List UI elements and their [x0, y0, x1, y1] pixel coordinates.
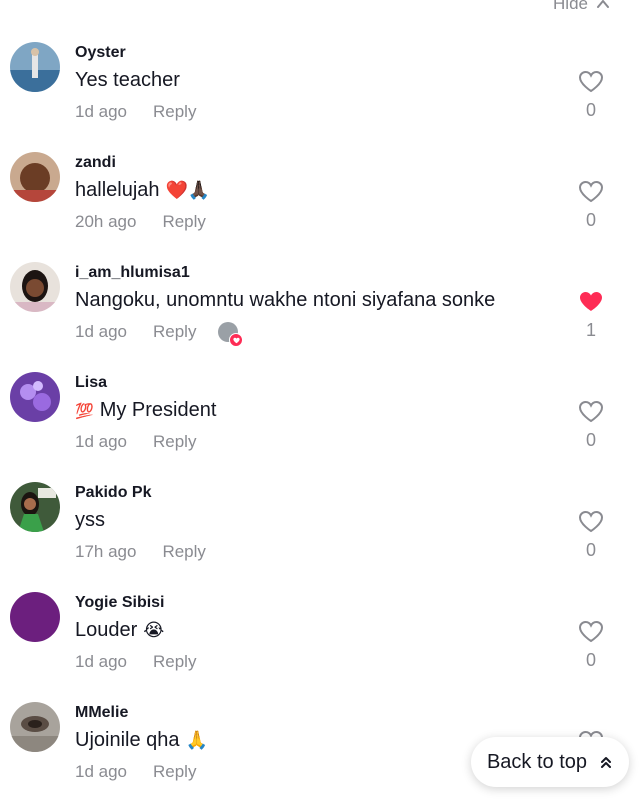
heart-outline-icon — [578, 400, 604, 423]
reply-button[interactable]: Reply — [162, 212, 205, 232]
like-count: 1 — [585, 320, 596, 340]
avatar[interactable] — [10, 372, 60, 422]
avatar[interactable] — [10, 482, 60, 532]
heart-outline-icon — [578, 620, 604, 643]
comment-username[interactable]: Yogie Sibisi — [75, 594, 165, 612]
reply-button[interactable]: Reply — [162, 542, 205, 562]
reply-button[interactable]: Reply — [153, 432, 196, 452]
like-button[interactable]: 1 — [576, 290, 606, 341]
comment-text: hallelujah ❤️🙏🏿 — [75, 179, 211, 201]
comment-item: Yogie Sibisi Louder 😭 1d ago Reply 0 — [0, 592, 640, 702]
avatar[interactable] — [10, 702, 60, 752]
hide-label: Hide — [553, 0, 588, 13]
comment-username[interactable]: zandi — [75, 154, 116, 172]
comment-item: zandi hallelujah ❤️🙏🏿 20h ago Reply 0 — [0, 152, 640, 262]
crying-face-emoji: 😭 — [143, 620, 165, 641]
comment-time: 1d ago — [75, 322, 127, 341]
comment-emoji: ❤️🙏🏿 — [165, 180, 211, 201]
reply-button[interactable]: Reply — [153, 102, 196, 122]
avatar[interactable] — [10, 262, 60, 312]
comment-username[interactable]: i_am_hlumisa1 — [75, 264, 190, 282]
hundred-points-emoji: 💯 — [75, 401, 94, 420]
comment-text: 💯 My President — [75, 399, 217, 421]
comment-text: Yes teacher — [75, 69, 180, 91]
praying-hands-emoji: 🙏 — [185, 730, 208, 751]
reply-button[interactable]: Reply — [153, 762, 196, 782]
comment-text: Ujoinile qha 🙏 — [75, 729, 208, 751]
avatar[interactable] — [10, 152, 60, 202]
hide-replies-button[interactable]: Hide — [553, 0, 610, 14]
comment-time: 1d ago — [75, 762, 127, 781]
reply-button[interactable]: Reply — [153, 652, 196, 672]
heart-filled-icon — [580, 292, 602, 311]
comment-meta: 1d ago Reply — [75, 322, 244, 347]
avatar[interactable] — [10, 42, 60, 92]
comment-username[interactable]: Lisa — [75, 374, 107, 392]
comment-username[interactable]: MMelie — [75, 704, 128, 722]
comment-time: 1d ago — [75, 652, 127, 671]
back-to-top-button[interactable]: Back to top — [471, 737, 629, 787]
like-button[interactable]: 0 — [576, 510, 606, 561]
comment-text: yss — [75, 509, 105, 531]
comment-text: Nangoku, unomntu wakhe ntoni siyafana so… — [75, 289, 496, 311]
like-button[interactable]: 0 — [576, 620, 606, 671]
comment-item: Lisa 💯 My President 1d ago Reply 0 — [0, 372, 640, 482]
like-count: 0 — [585, 650, 596, 670]
comment-time: 1d ago — [75, 102, 127, 121]
heart-badge-icon — [229, 333, 244, 347]
comment-time: 17h ago — [75, 542, 137, 561]
like-count: 0 — [585, 210, 596, 230]
comment-meta: 20h ago Reply — [75, 212, 206, 232]
like-count: 0 — [585, 100, 596, 120]
comment-meta: 1d ago Reply — [75, 432, 196, 452]
comment-item: Pakido Pk yss 17h ago Reply 0 — [0, 482, 640, 592]
like-button[interactable]: 0 — [576, 70, 606, 121]
comment-username[interactable]: Oyster — [75, 44, 126, 62]
comment-meta: 17h ago Reply — [75, 542, 206, 562]
comment-meta: 1d ago Reply — [75, 762, 196, 782]
like-count: 0 — [585, 540, 596, 560]
chevron-up-icon — [597, 0, 609, 8]
comment-time: 20h ago — [75, 212, 137, 231]
comment-item: Oyster Yes teacher 1d ago Reply 0 — [0, 42, 640, 152]
comment-item: i_am_hlumisa1 Nangoku, unomntu wakhe nto… — [0, 262, 640, 372]
like-button[interactable]: 0 — [576, 180, 606, 231]
avatar[interactable] — [10, 592, 60, 642]
heart-outline-icon — [578, 70, 604, 93]
comment-username[interactable]: Pakido Pk — [75, 484, 151, 502]
reply-button[interactable]: Reply — [153, 322, 196, 342]
creator-liked-avatar — [218, 322, 244, 347]
comment-time: 1d ago — [75, 432, 127, 451]
like-button[interactable]: 0 — [576, 400, 606, 451]
comment-meta: 1d ago Reply — [75, 102, 196, 122]
heart-outline-icon — [578, 180, 604, 203]
double-chevron-up-icon — [601, 757, 612, 768]
like-count: 0 — [585, 430, 596, 450]
back-to-top-label: Back to top — [486, 750, 588, 773]
heart-outline-icon — [578, 510, 604, 533]
comment-meta: 1d ago Reply — [75, 652, 196, 672]
comment-text: Louder 😭 — [75, 619, 165, 641]
